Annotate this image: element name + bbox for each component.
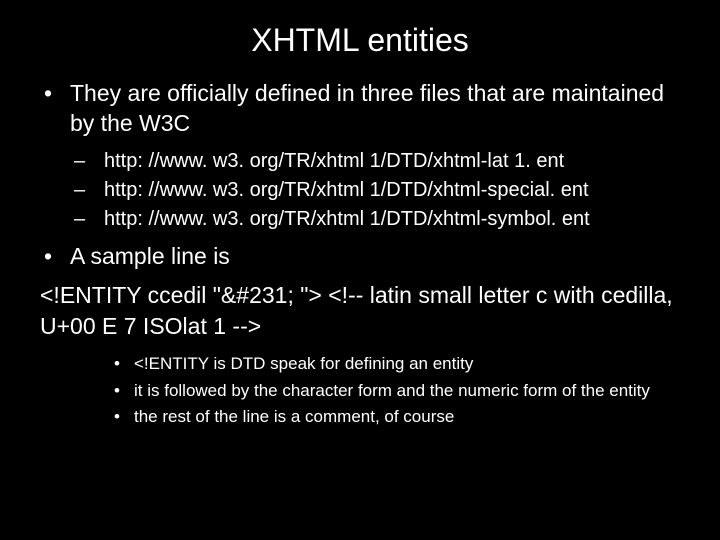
bullet-text: http: //www. w3. org/TR/xhtml 1/DTD/xhtm… bbox=[104, 205, 690, 234]
bullet-dash: – bbox=[74, 176, 104, 205]
bullet-text: <!ENTITY is DTD speak for defining an en… bbox=[134, 352, 690, 376]
bullet-dash: – bbox=[74, 147, 104, 176]
bullet-level2: – http: //www. w3. org/TR/xhtml 1/DTD/xh… bbox=[30, 176, 690, 205]
bullet-dot: • bbox=[114, 352, 134, 376]
bullet-dot: • bbox=[36, 79, 70, 139]
bullet-level1: • They are officially defined in three f… bbox=[30, 79, 690, 139]
bullet-level3: • the rest of the line is a comment, of … bbox=[30, 405, 690, 429]
bullet-level3: • <!ENTITY is DTD speak for defining an … bbox=[30, 352, 690, 376]
bullet-text: the rest of the line is a comment, of co… bbox=[134, 405, 690, 429]
sample-code: <!ENTITY ccedil "&#231; "> <!-- latin sm… bbox=[30, 280, 690, 342]
bullet-dash: – bbox=[74, 205, 104, 234]
bullet-level1: • A sample line is bbox=[30, 242, 690, 272]
bullet-level3: • it is followed by the character form a… bbox=[30, 379, 690, 403]
bullet-level2: – http: //www. w3. org/TR/xhtml 1/DTD/xh… bbox=[30, 205, 690, 234]
bullet-dot: • bbox=[114, 405, 134, 429]
slide-title: XHTML entities bbox=[30, 22, 690, 59]
bullet-text: it is followed by the character form and… bbox=[134, 379, 690, 403]
bullet-text: http: //www. w3. org/TR/xhtml 1/DTD/xhtm… bbox=[104, 147, 690, 176]
bullet-dot: • bbox=[114, 379, 134, 403]
bullet-text: http: //www. w3. org/TR/xhtml 1/DTD/xhtm… bbox=[104, 176, 690, 205]
bullet-dot: • bbox=[36, 242, 70, 272]
bullet-level2: – http: //www. w3. org/TR/xhtml 1/DTD/xh… bbox=[30, 147, 690, 176]
bullet-text: A sample line is bbox=[70, 242, 690, 272]
bullet-text: They are officially defined in three fil… bbox=[70, 79, 690, 139]
